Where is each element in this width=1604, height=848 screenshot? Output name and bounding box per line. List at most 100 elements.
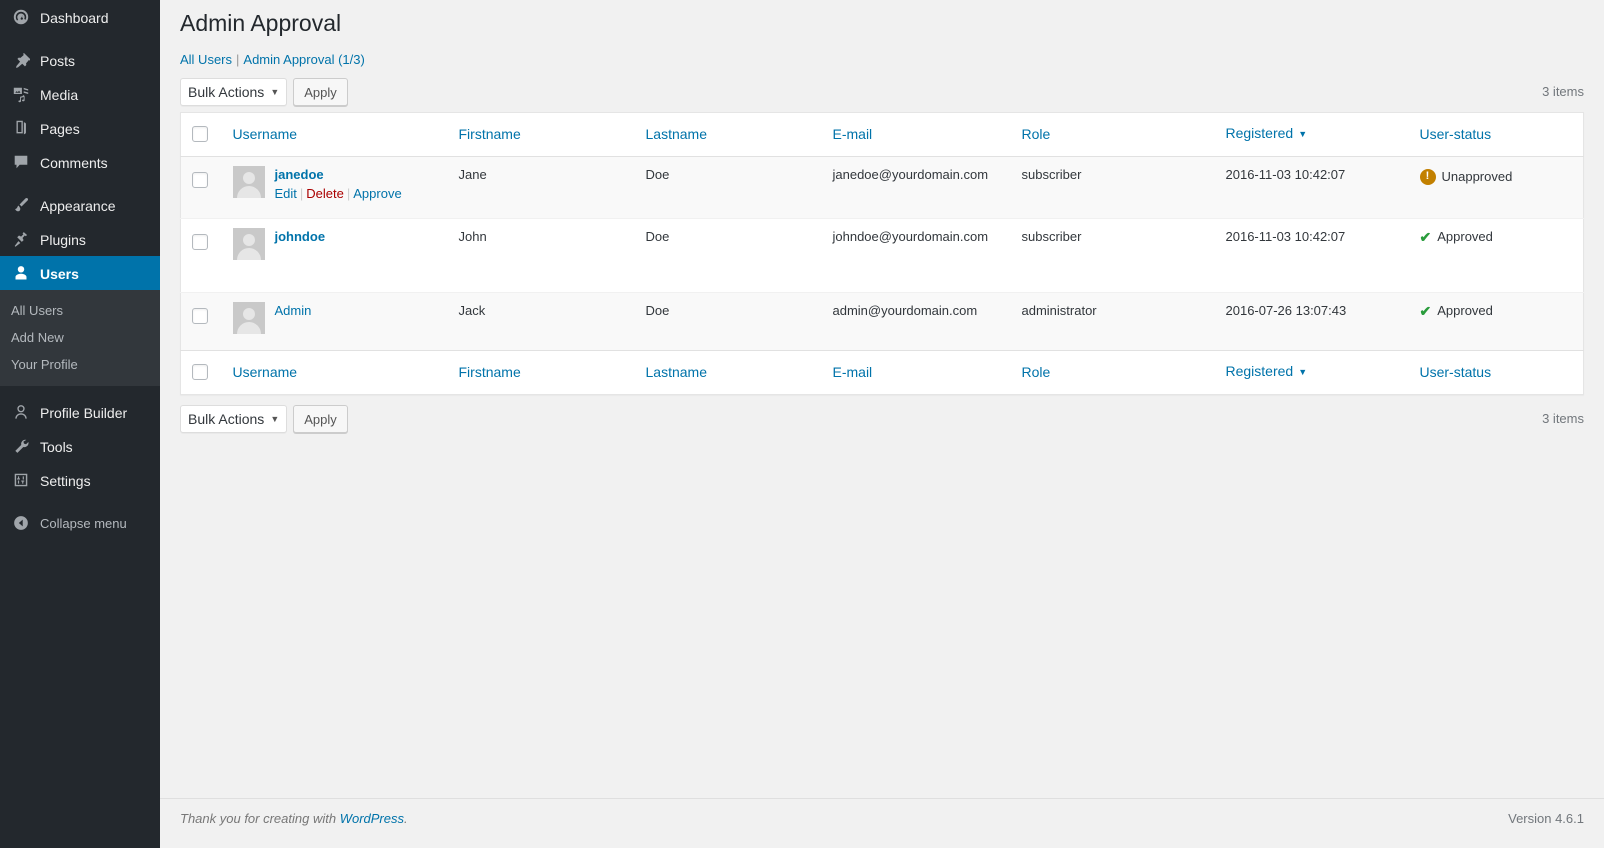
- sidebar-item-label: Dashboard: [40, 9, 109, 26]
- column-header-registered-label: Registered: [1225, 125, 1294, 141]
- cell-firstname: Jack: [458, 303, 486, 318]
- apply-button-bottom[interactable]: Apply: [293, 405, 348, 433]
- table-head: Username Firstname Lastname E-mail Role …: [180, 112, 1584, 157]
- warning-icon: !: [1419, 168, 1436, 185]
- bulk-actions-select-top[interactable]: Bulk Actions ▼: [180, 78, 288, 106]
- table-foot: Username Firstname Lastname E-mail Role …: [180, 350, 1584, 395]
- table-nav-bottom: Bulk Actions ▼ Apply 3 items: [180, 404, 1584, 434]
- column-footer-role[interactable]: Role: [1011, 350, 1216, 395]
- footer-thankyou-suffix: .: [404, 811, 408, 826]
- username-link[interactable]: johndoe: [275, 228, 326, 246]
- chevron-down-icon: ▼: [270, 87, 280, 97]
- sidebar-item-media[interactable]: Media: [0, 77, 160, 111]
- footer-thankyou-prefix: Thank you for creating with: [180, 811, 340, 826]
- sidebar-subitem-add-new[interactable]: Add New: [0, 324, 160, 351]
- row-checkbox[interactable]: [192, 308, 208, 324]
- sidebar-subitem-your-profile[interactable]: Your Profile: [0, 351, 160, 378]
- table-row: johndoe John Doe johndoe@yourdomain.com …: [180, 218, 1584, 293]
- column-header-username[interactable]: Username: [222, 112, 449, 157]
- settings-icon: [11, 470, 31, 490]
- cell-username: janedoe Edit | Delete | Approve: [223, 157, 449, 219]
- sidebar-item-label: Comments: [40, 154, 108, 171]
- table-footer-row: Username Firstname Lastname E-mail Role …: [180, 350, 1584, 395]
- select-all-footer-cell: [180, 350, 223, 395]
- brush-icon: [11, 195, 31, 215]
- column-footer-firstname[interactable]: Firstname: [448, 350, 636, 395]
- column-header-user-status[interactable]: User-status: [1409, 112, 1584, 157]
- sidebar-item-users[interactable]: Users: [0, 256, 168, 290]
- column-footer-registered[interactable]: Registered ▼: [1215, 350, 1410, 395]
- sidebar-item-appearance[interactable]: Appearance: [0, 188, 160, 222]
- breadcrumb-all-users[interactable]: All Users: [180, 52, 232, 67]
- table-row: janedoe Edit | Delete | Approve Jane Doe jan…: [180, 156, 1584, 219]
- column-header-firstname[interactable]: Firstname: [448, 112, 636, 157]
- wordpress-link[interactable]: WordPress: [340, 811, 404, 826]
- sidebar-item-profile-builder[interactable]: Profile Builder: [0, 395, 160, 429]
- cell-user-status: ! Unapproved: [1410, 157, 1584, 219]
- dashboard-icon: [11, 7, 31, 27]
- username-link[interactable]: janedoe: [275, 166, 402, 184]
- column-header-registered[interactable]: Registered ▼: [1215, 112, 1410, 157]
- sidebar-item-label: Appearance: [40, 197, 116, 214]
- delete-link[interactable]: Delete: [306, 186, 344, 201]
- status-badge: ✔ Approved: [1420, 302, 1493, 320]
- check-icon: ✔: [1419, 229, 1432, 245]
- select-all-checkbox-top[interactable]: [192, 126, 208, 142]
- sidebar-item-settings[interactable]: Settings: [0, 463, 160, 497]
- select-all-checkbox-bottom[interactable]: [192, 364, 208, 380]
- sidebar-item-plugins[interactable]: Plugins: [0, 222, 160, 256]
- approve-link[interactable]: Approve: [353, 186, 401, 201]
- items-count-bottom: 3 items: [1542, 411, 1584, 426]
- column-footer-username[interactable]: Username: [222, 350, 449, 395]
- sidebar-item-label: Plugins: [40, 231, 86, 248]
- menu-separator: [0, 386, 160, 395]
- cell-username: Admin: [223, 293, 449, 351]
- column-footer-email[interactable]: E-mail: [822, 350, 1012, 395]
- row-checkbox[interactable]: [192, 234, 208, 250]
- sidebar-item-dashboard[interactable]: Dashboard: [0, 0, 160, 34]
- sidebar-item-label: Settings: [40, 472, 91, 489]
- column-header-email[interactable]: E-mail: [822, 112, 1012, 157]
- edit-link[interactable]: Edit: [275, 186, 297, 201]
- avatar: [232, 228, 265, 260]
- column-header-lastname[interactable]: Lastname: [635, 112, 823, 157]
- column-footer-lastname[interactable]: Lastname: [635, 350, 823, 395]
- status-badge: ! Unapproved: [1419, 168, 1512, 186]
- cell-email: johndoe@yourdomain.com: [832, 229, 989, 244]
- footer-thankyou: Thank you for creating with WordPress.: [180, 809, 408, 829]
- sidebar-item-tools[interactable]: Tools: [0, 429, 160, 463]
- cell-firstname: John: [458, 229, 487, 244]
- bulk-actions-select-bottom[interactable]: Bulk Actions ▼: [180, 405, 288, 433]
- bulk-actions-label: Bulk Actions: [188, 411, 265, 427]
- column-header-role[interactable]: Role: [1011, 112, 1216, 157]
- breadcrumb: All Users | Admin Approval (1/3): [180, 50, 1584, 70]
- apply-button-top[interactable]: Apply: [293, 78, 348, 106]
- menu-separator: [0, 497, 160, 506]
- row-select-cell: [181, 293, 223, 351]
- sidebar-item-comments[interactable]: Comments: [0, 145, 160, 179]
- cell-user-status: ✔ Approved: [1410, 219, 1584, 293]
- sidebar-item-posts[interactable]: Posts: [0, 43, 160, 77]
- row-checkbox[interactable]: [192, 172, 208, 188]
- cell-role: subscriber: [1021, 229, 1082, 244]
- breadcrumb-count: (1/3): [338, 52, 365, 67]
- select-all-header-top: [180, 112, 223, 157]
- column-footer-registered-label: Registered: [1225, 363, 1294, 379]
- sidebar-subitem-all-users[interactable]: All Users: [0, 297, 160, 324]
- cell-registered: 2016-07-26 13:07:43: [1225, 303, 1347, 318]
- sidebar-item-label: Collapse menu: [40, 516, 127, 531]
- column-footer-user-status[interactable]: User-status: [1409, 350, 1584, 395]
- table-header-row: Username Firstname Lastname E-mail Role …: [180, 112, 1584, 157]
- breadcrumb-separator: |: [236, 52, 240, 67]
- action-separator: |: [299, 186, 304, 201]
- username-link[interactable]: Admin: [275, 302, 312, 320]
- plugin-icon: [11, 229, 31, 249]
- breadcrumb-admin-approval[interactable]: Admin Approval: [243, 52, 334, 67]
- sidebar-item-collapse-menu[interactable]: Collapse menu: [0, 506, 160, 540]
- comments-icon: [11, 152, 31, 172]
- sidebar-item-pages[interactable]: Pages: [0, 111, 160, 145]
- users-table: Username Firstname Lastname E-mail Role …: [180, 112, 1584, 395]
- main-content: Admin Approval All Users | Admin Approval …: [160, 0, 1604, 848]
- items-count-top: 3 items: [1542, 84, 1584, 99]
- sidebar-item-label: Media: [40, 86, 79, 103]
